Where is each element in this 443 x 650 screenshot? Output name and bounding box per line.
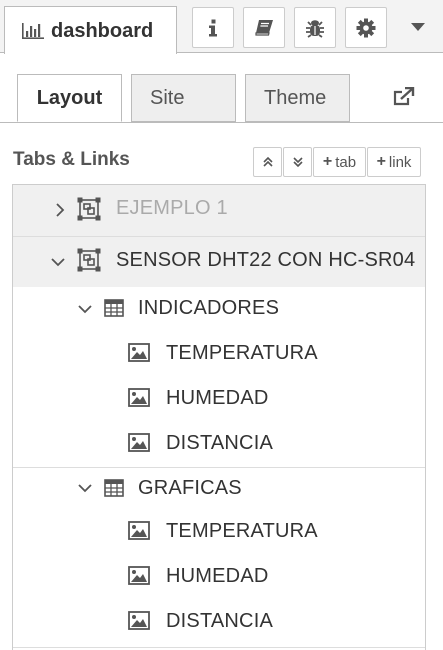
external-link-icon [393,87,415,106]
tree-widget-item[interactable]: HUMEDAD [13,376,425,421]
plus-icon: + [376,153,386,170]
tab-site-label: Site [150,86,185,109]
image-icon [128,611,150,630]
tab-frame-icon [77,197,101,221]
tab-dashboard[interactable]: dashboard [4,6,177,54]
tree-widget-label: TEMPERATURA [166,342,318,364]
tree-tab-sensor[interactable]: SENSOR DHT22 CON HC-SR04 [13,237,425,287]
tree-widget-label: TEMPERATURA [166,520,318,542]
table-icon [104,479,124,497]
image-icon [128,343,150,362]
caret-down-icon [410,23,425,31]
tab-layout-label: Layout [36,86,103,109]
section-title: Tabs & Links [13,149,130,170]
add-tab-button[interactable]: + tab [313,147,366,177]
chevron-down-icon[interactable] [51,255,65,269]
image-icon [128,433,150,452]
settings-button[interactable] [345,7,387,48]
add-link-label: link [388,153,412,171]
double-chevron-up-icon [262,156,273,167]
bug-icon [306,19,324,38]
tree-widget-label: HUMEDAD [166,565,269,587]
tab-frame-icon [77,248,101,272]
collapse-all-button[interactable] [253,147,282,177]
tree-group-label: INDICADORES [138,297,280,319]
debug-button[interactable] [294,7,336,48]
tab-site[interactable]: Site [131,74,236,122]
tree-widget-label: DISTANCIA [166,610,273,632]
chevron-down-icon[interactable] [78,481,92,495]
dashboard-tab-label: dashboard [51,20,154,42]
tree-widget-item[interactable]: HUMEDAD [13,554,425,599]
info-icon [209,19,217,36]
tree-group-label: GRAFICAS [138,477,242,499]
add-link-button[interactable]: + link [367,147,421,177]
table-icon [104,299,124,317]
tree-widget-item[interactable]: TEMPERATURA [13,509,425,554]
tree-tab-label: EJEMPLO 1 [116,197,228,219]
book-icon [255,19,273,36]
tree-widget-label: DISTANCIA [166,432,273,454]
sidebar-menu-button[interactable] [400,7,435,48]
bar-chart-icon [22,23,44,39]
tree-group-graficas[interactable]: GRAFICAS [13,468,425,509]
book-button[interactable] [243,7,285,48]
expand-all-button[interactable] [283,147,312,177]
subtab-divider [0,122,443,123]
image-icon [128,521,150,540]
tab-theme[interactable]: Theme [245,74,350,122]
open-dashboard-button[interactable] [390,84,418,110]
image-icon [128,566,150,585]
tree-tab-ejemplo-1[interactable]: EJEMPLO 1 [13,185,425,236]
tree-widget-item[interactable]: TEMPERATURA [13,331,425,376]
plus-icon: + [322,153,333,170]
tabs-tree: EJEMPLO 1 SENSOR DHT22 CON HC-SR04 INDIC… [12,184,426,650]
add-tab-label: tab [335,153,357,171]
image-icon [128,388,150,407]
tree-widget-item[interactable]: DISTANCIA [13,421,425,466]
tree-divider [13,647,425,648]
tree-widget-item[interactable]: DISTANCIA [13,599,425,644]
double-chevron-down-icon [292,157,303,168]
tree-tab-label: SENSOR DHT22 CON HC-SR04 [116,249,416,271]
tab-layout[interactable]: Layout [17,74,122,122]
gear-icon [356,18,376,37]
tree-group-indicadores[interactable]: INDICADORES [13,287,425,331]
tab-theme-label: Theme [264,86,327,109]
sidebar-header: dashboard [0,0,443,54]
chevron-right-icon[interactable] [53,203,67,217]
info-button[interactable] [192,7,234,48]
chevron-down-icon[interactable] [78,302,92,316]
tree-widget-label: HUMEDAD [166,387,269,409]
